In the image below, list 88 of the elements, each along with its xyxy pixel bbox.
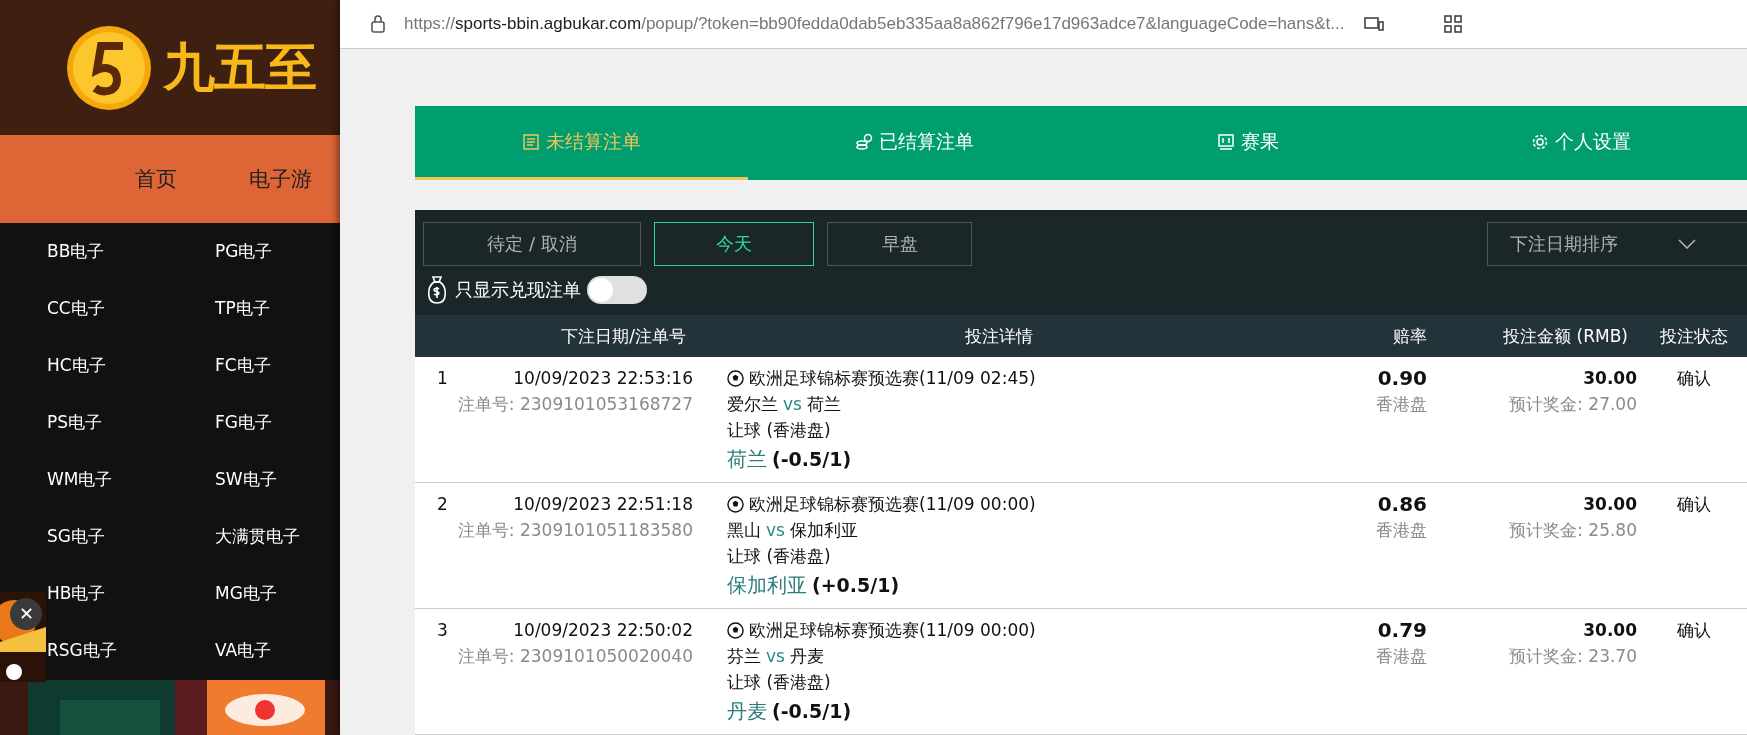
odds-type: 香港盘 (1376, 393, 1427, 416)
nav-link[interactable]: 首页 (135, 165, 177, 193)
list-icon (522, 132, 540, 151)
bet-status: 确认 (1676, 367, 1711, 390)
odds-type: 香港盘 (1376, 645, 1427, 668)
market-type: 让球 (香港盘) (727, 545, 831, 568)
menu-item[interactable]: PS电子 (47, 411, 103, 434)
league-name: 欧洲足球锦标赛预选赛(11/09 00:00) (749, 493, 1036, 516)
settings-icon (1530, 132, 1549, 151)
money-bag-icon (425, 274, 449, 305)
versus-label: vs (766, 519, 785, 542)
grid-icon[interactable] (1442, 14, 1463, 34)
menu-item[interactable]: PG电子 (215, 240, 273, 263)
column-header: 投注金额 (RMB) (1503, 324, 1629, 348)
stake-amount: 30.00 (1583, 619, 1637, 642)
devices-icon[interactable] (1362, 15, 1385, 33)
estimated-payout: 预计奖金: 23.70 (1509, 645, 1637, 668)
bet-pick: 丹麦 (727, 698, 767, 724)
bet-pick: 保加利亚 (727, 572, 807, 598)
menu-item[interactable]: 大满贯电子 (215, 525, 300, 548)
menu-item[interactable]: SG电子 (47, 525, 105, 548)
chevron-down-icon (1678, 239, 1696, 249)
menu-item[interactable]: TP电子 (215, 297, 270, 320)
soccer-ball-icon (727, 495, 744, 513)
menu-item[interactable]: RSG电子 (47, 639, 117, 662)
team-name: 保加利亚 (789, 519, 858, 542)
odds-type: 香港盘 (1376, 519, 1427, 542)
filter-button[interactable]: 今天 (654, 222, 814, 266)
lock-icon (370, 14, 386, 34)
team-name: 荷兰 (806, 393, 841, 416)
bet-pick: 荷兰 (727, 446, 767, 472)
team-name: 丹麦 (789, 645, 824, 668)
coins-icon (855, 132, 873, 151)
menu-item[interactable]: FG电子 (215, 411, 272, 434)
menu-item[interactable]: VA电子 (215, 639, 272, 662)
order-number: 注单号: 2309101050020040 (457, 645, 693, 668)
toggle-switch[interactable] (587, 275, 647, 304)
sort-select[interactable]: 下注日期排序 (1487, 222, 1747, 266)
row-number: 1 (437, 367, 448, 390)
league-name: 欧洲足球锦标赛预选赛(11/09 00:00) (749, 619, 1036, 642)
scoreboard-icon (1216, 132, 1235, 151)
column-header: 投注状态 (1659, 324, 1728, 348)
order-number: 注单号: 2309101051183580 (457, 519, 693, 542)
filter-button[interactable]: 早盘 (827, 222, 972, 266)
nav-link[interactable]: 电子游 (249, 165, 312, 193)
estimated-payout: 预计奖金: 27.00 (1509, 393, 1637, 416)
odds-value: 0.90 (1377, 365, 1427, 391)
handicap: (-0.5/1) (772, 699, 852, 724)
odds-value: 0.79 (1377, 617, 1427, 643)
market-type: 让球 (香港盘) (727, 419, 831, 442)
stake-amount: 30.00 (1583, 367, 1637, 390)
column-header: 投注详情 (965, 324, 1033, 348)
odds-value: 0.86 (1377, 491, 1427, 517)
bet-date: 10/09/2023 22:50:02 (513, 619, 693, 642)
logo-icon (65, 23, 153, 112)
menu-item[interactable]: FC电子 (215, 354, 271, 377)
team-name: 芬兰 (727, 645, 761, 668)
row-number: 2 (437, 493, 448, 516)
menu-item[interactable]: HC电子 (47, 354, 106, 377)
bet-status: 确认 (1676, 619, 1711, 642)
menu-item[interactable]: WM电子 (47, 468, 113, 491)
versus-label: vs (783, 393, 802, 416)
menu-item[interactable]: MG电子 (215, 582, 277, 605)
handicap: (+0.5/1) (812, 573, 900, 598)
estimated-payout: 预计奖金: 25.80 (1509, 519, 1637, 542)
handicap: (-0.5/1) (772, 447, 852, 472)
menu-item[interactable]: CC电子 (47, 297, 105, 320)
bet-date: 10/09/2023 22:51:18 (513, 493, 693, 516)
menu-item[interactable]: HB电子 (47, 582, 106, 605)
filter-button[interactable]: 待定 / 取消 (423, 222, 641, 266)
column-header: 下注日期/注单号 (561, 324, 687, 348)
menu-item[interactable]: SW电子 (215, 468, 277, 491)
column-header: 赔率 (1393, 324, 1428, 348)
bet-date: 10/09/2023 22:53:16 (513, 367, 693, 390)
stake-amount: 30.00 (1583, 493, 1637, 516)
toggle-label: 只显示兑现注单 (455, 277, 581, 302)
bet-status: 确认 (1676, 493, 1711, 516)
order-number: 注单号: 2309101053168727 (457, 393, 693, 416)
soccer-ball-icon (727, 621, 744, 639)
team-name: 爱尔兰 (727, 393, 778, 416)
team-name: 黑山 (727, 519, 761, 542)
market-type: 让球 (香港盘) (727, 671, 831, 694)
logo-text: 九五至 (163, 35, 316, 99)
soccer-ball-icon (727, 369, 744, 387)
row-number: 3 (437, 619, 448, 642)
versus-label: vs (766, 645, 785, 668)
menu-item[interactable]: BB电子 (47, 240, 105, 263)
league-name: 欧洲足球锦标赛预选赛(11/09 02:45) (749, 367, 1036, 390)
